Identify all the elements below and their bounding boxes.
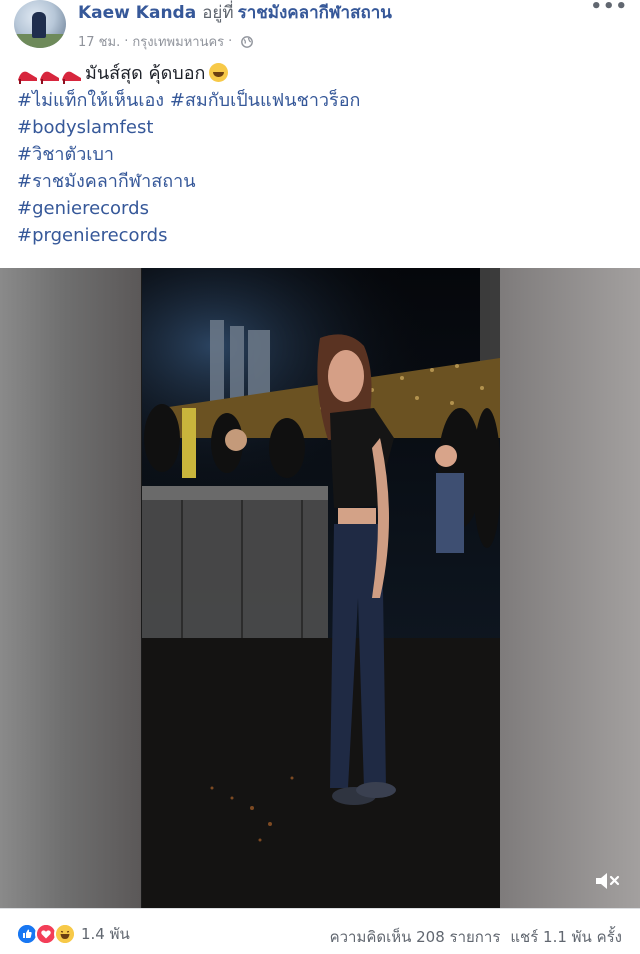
globe-icon[interactable] xyxy=(241,35,254,48)
hashtag-line[interactable]: #prgenierecords xyxy=(17,222,617,249)
avatar[interactable] xyxy=(14,0,66,48)
hashtag-line[interactable]: #ราชมังคลากีฬาสถาน xyxy=(17,168,617,195)
reactions-summary[interactable]: 1.4 พัน xyxy=(16,922,130,946)
post-card: Kaew Kanda อยู่ที่ ราชมังคลากีฬาสถาน 17 ชม… xyxy=(0,0,640,954)
author-name[interactable]: Kaew Kanda xyxy=(78,3,196,23)
laughing-emoji-icon xyxy=(209,63,229,82)
post-meta: 17 ชม. · กรุงเทพมหานคร · xyxy=(78,31,254,52)
concert-scene-image xyxy=(142,268,501,908)
haha-reaction-icon xyxy=(54,923,76,945)
more-options-icon[interactable]: ••• xyxy=(590,0,628,16)
caption-line: มันส์สุด คุ้ดบอก xyxy=(17,60,617,87)
video-player[interactable] xyxy=(0,268,640,908)
caption-text: มันส์สุด คุ้ดบอก xyxy=(85,63,206,84)
mute-icon[interactable] xyxy=(594,870,620,892)
reaction-count[interactable]: 1.4 พัน xyxy=(81,922,130,946)
at-label: อยู่ที่ xyxy=(202,3,234,23)
place-link[interactable]: ราชมังคลากีฬาสถาน xyxy=(238,3,392,23)
video-frame[interactable] xyxy=(142,268,501,908)
shares-count[interactable]: แชร์ 1.1 พัน ครั้ง xyxy=(510,928,622,946)
comments-count[interactable]: ความคิดเห็น 208 รายการ xyxy=(330,928,501,946)
hashtag-line[interactable]: #genierecords xyxy=(17,195,617,222)
hashtag-line[interactable]: #วิชาตัวเบา xyxy=(17,141,617,168)
post-location[interactable]: กรุงเทพมหานคร xyxy=(132,31,224,52)
high-heel-icon xyxy=(18,71,81,84)
engagement-stats: ความคิดเห็น 208 รายการ แชร์ 1.1 พัน ครั้ง xyxy=(330,925,622,949)
post-header: Kaew Kanda อยู่ที่ ราชมังคลากีฬาสถาน xyxy=(78,2,392,24)
hashtag-line[interactable]: #ไม่แท็กให้เห็นเอง #สมกับเป็นแฟนชาวร็อก xyxy=(17,87,617,114)
post-text: มันส์สุด คุ้ดบอก #ไม่แท็กให้เห็นเอง #สมก… xyxy=(17,60,617,249)
post-footer: 1.4 พัน ความคิดเห็น 208 รายการ แชร์ 1.1 พ… xyxy=(0,908,640,954)
post-time[interactable]: 17 ชม. xyxy=(78,31,120,52)
hashtag-line[interactable]: #bodyslamfest xyxy=(17,114,617,141)
